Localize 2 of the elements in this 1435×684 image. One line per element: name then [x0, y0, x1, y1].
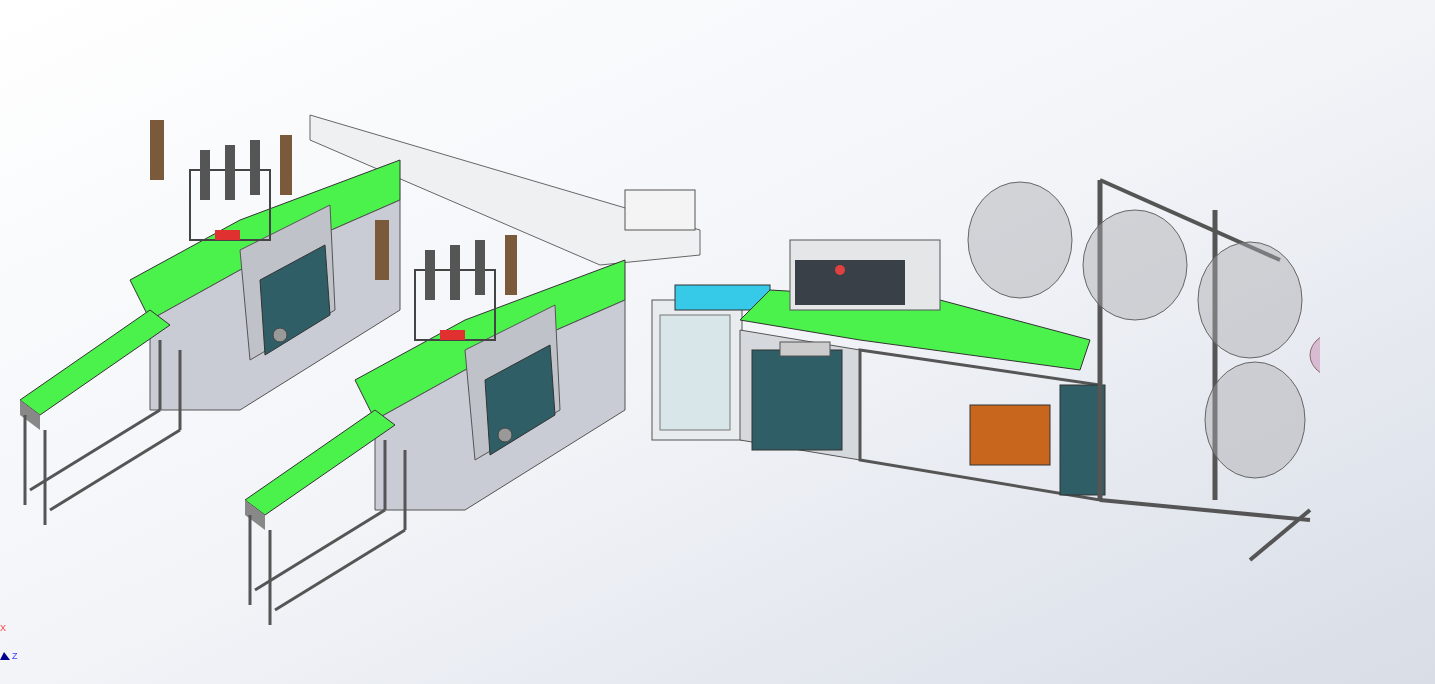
x-axis-label: X [0, 624, 6, 633]
z-axis-label: Z [12, 652, 18, 661]
